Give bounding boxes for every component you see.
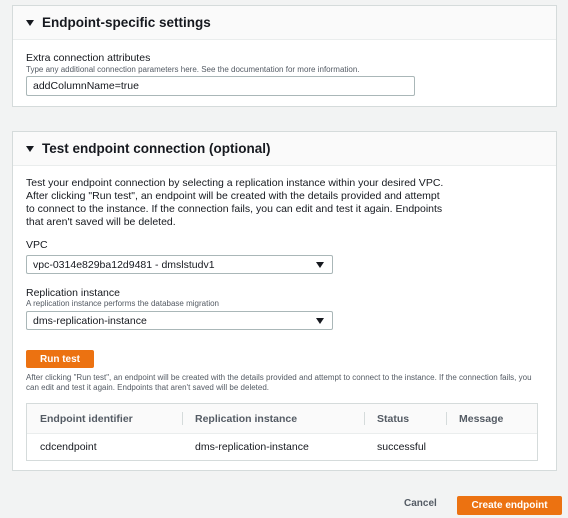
test-connection-header[interactable]: Test endpoint connection (optional) (13, 132, 556, 166)
vpc-select[interactable]: vpc-0314e829ba12d9481 - dmslstudv1 (26, 255, 333, 274)
run-test-button[interactable]: Run test (26, 350, 94, 368)
table-header-row: Endpoint identifier Replication instance… (27, 404, 537, 434)
chevron-down-icon (316, 317, 324, 324)
test-connection-title: Test endpoint connection (optional) (42, 141, 271, 156)
create-endpoint-button[interactable]: Create endpoint (457, 496, 562, 515)
cancel-button[interactable]: Cancel (404, 498, 437, 509)
column-header-replication-instance[interactable]: Replication instance (182, 404, 364, 433)
extra-attrs-label: Extra connection attributes (26, 52, 151, 64)
run-test-note: After clicking "Run test", an endpoint w… (26, 373, 532, 392)
cell-replication-instance: dms-replication-instance (195, 441, 309, 453)
endpoint-settings-header[interactable]: Endpoint-specific settings (13, 6, 556, 40)
caret-down-icon[interactable] (26, 146, 34, 152)
test-connection-panel: Test endpoint connection (optional) Test… (12, 131, 557, 471)
cell-message (446, 434, 537, 460)
column-header-status[interactable]: Status (364, 404, 446, 433)
vpc-select-value: vpc-0314e829ba12d9481 - dmslstudv1 (33, 258, 215, 271)
extra-attrs-hint: Type any additional connection parameter… (26, 65, 360, 74)
test-results-table: Endpoint identifier Replication instance… (26, 403, 538, 461)
extra-attrs-input[interactable]: addColumnName=true (26, 76, 415, 96)
cell-status: successful (377, 441, 427, 453)
endpoint-settings-panel: Endpoint-specific settings Extra connect… (12, 5, 557, 107)
replication-instance-select-value: dms-replication-instance (33, 314, 147, 327)
endpoint-settings-title: Endpoint-specific settings (42, 15, 211, 30)
table-row: cdcendpoint dms-replication-instance suc… (27, 434, 537, 460)
column-header-message[interactable]: Message (446, 404, 537, 433)
cell-endpoint-identifier: cdcendpoint (40, 441, 97, 453)
replication-instance-label: Replication instance (26, 287, 120, 299)
replication-instance-hint: A replication instance performs the data… (26, 299, 219, 308)
caret-down-icon[interactable] (26, 20, 34, 26)
vpc-label: VPC (26, 239, 48, 251)
replication-instance-select[interactable]: dms-replication-instance (26, 311, 333, 330)
column-header-endpoint-identifier[interactable]: Endpoint identifier (27, 404, 182, 433)
test-connection-description: Test your endpoint connection by selecti… (26, 177, 444, 228)
chevron-down-icon (316, 261, 324, 268)
